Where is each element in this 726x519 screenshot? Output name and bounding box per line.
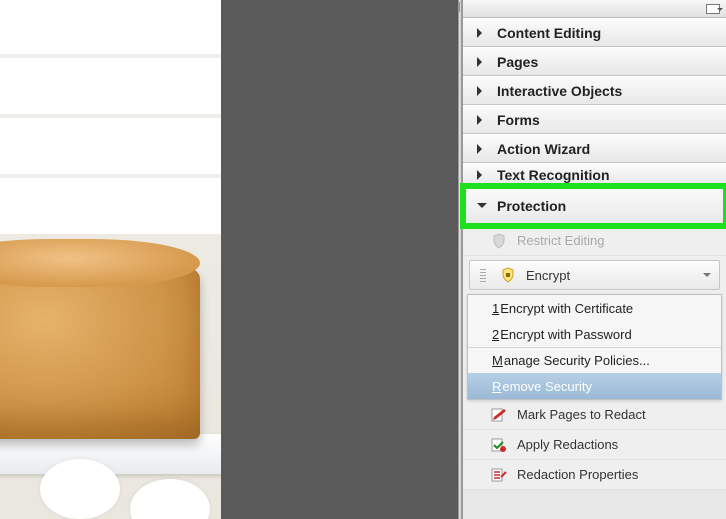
section-label: Text Recognition [497, 167, 610, 183]
encrypt-with-certificate[interactable]: 1 Encrypt with Certificate [468, 295, 721, 321]
section-label: Interactive Objects [497, 83, 622, 99]
chevron-down-icon [703, 273, 711, 281]
section-text-recognition[interactable]: Text Recognition [463, 163, 726, 186]
redact-mark-icon [491, 407, 507, 423]
chevron-right-icon [477, 170, 487, 180]
drag-grip-icon [480, 268, 486, 282]
panel-options-icon[interactable] [706, 4, 720, 14]
dropdown-label: Encrypt [526, 268, 570, 283]
apply-redactions[interactable]: Apply Redactions [463, 430, 726, 460]
section-interactive-objects[interactable]: Interactive Objects [463, 76, 726, 105]
document-page-image [0, 0, 221, 519]
tools-sidebar: Content Editing Pages Interactive Object… [462, 0, 726, 519]
protection-panel: Restrict Editing Encrypt 1 Encrypt with … [463, 226, 726, 490]
menu-label: anage Security Policies... [504, 353, 650, 368]
menu-accel: 1 [492, 301, 499, 316]
section-label: Forms [497, 112, 540, 128]
chevron-right-icon [477, 28, 487, 38]
remove-security[interactable]: Remove Security [468, 373, 721, 399]
mark-pages-to-redact[interactable]: Mark Pages to Redact [463, 400, 726, 430]
item-label: Mark Pages to Redact [517, 407, 646, 422]
shield-icon [491, 233, 507, 249]
encrypt-menu: 1 Encrypt with Certificate 2 Encrypt wit… [467, 294, 722, 400]
section-action-wizard[interactable]: Action Wizard [463, 134, 726, 163]
section-label: Content Editing [497, 25, 601, 41]
panel-splitter[interactable] [458, 0, 462, 519]
encrypt-dropdown[interactable]: Encrypt [469, 260, 720, 290]
menu-label: Encrypt with Password [500, 327, 632, 342]
section-protection[interactable]: Protection [463, 186, 726, 226]
manage-security-policies[interactable]: Manage Security Policies... [468, 347, 721, 373]
shield-lock-icon [500, 267, 516, 283]
encrypt-with-password[interactable]: 2 Encrypt with Password [468, 321, 721, 347]
sidebar-options-bar [463, 0, 726, 18]
canvas-background [221, 0, 458, 519]
chevron-right-icon [477, 144, 487, 154]
section-forms[interactable]: Forms [463, 105, 726, 134]
item-label: Restrict Editing [517, 233, 604, 248]
menu-accel: M [492, 353, 503, 368]
chevron-down-icon [477, 203, 487, 213]
redaction-properties[interactable]: Redaction Properties [463, 460, 726, 490]
menu-accel: R [492, 379, 501, 394]
menu-label: emove Security [502, 379, 592, 394]
item-label: Apply Redactions [517, 437, 618, 452]
document-viewport[interactable] [0, 0, 221, 519]
section-content-editing[interactable]: Content Editing [463, 18, 726, 47]
section-label: Protection [497, 198, 566, 214]
chevron-right-icon [477, 115, 487, 125]
section-label: Action Wizard [497, 141, 590, 157]
app-root: Content Editing Pages Interactive Object… [0, 0, 726, 519]
chevron-right-icon [477, 57, 487, 67]
restrict-editing-item: Restrict Editing [463, 226, 726, 256]
splitter-grip-icon [459, 2, 461, 12]
redact-apply-icon [491, 437, 507, 453]
chevron-right-icon [477, 86, 487, 96]
item-label: Redaction Properties [517, 467, 638, 482]
menu-label: Encrypt with Certificate [500, 301, 633, 316]
section-label: Pages [497, 54, 538, 70]
menu-accel: 2 [492, 327, 499, 342]
redact-properties-icon [491, 467, 507, 483]
section-pages[interactable]: Pages [463, 47, 726, 76]
